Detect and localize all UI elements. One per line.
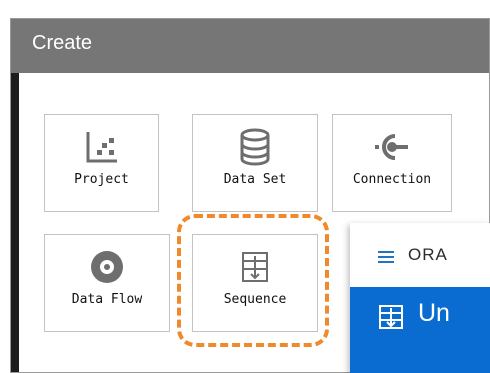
project-scatter-icon [84,127,120,167]
data-flow-icon [89,247,125,287]
tile-label-data-set: Data Set [223,172,287,187]
tile-label-data-flow: Data Flow [71,292,143,307]
left-edge-strip [11,73,19,372]
create-data-flow-tile[interactable]: Data Flow [44,234,170,332]
app-title-panel: Un [350,287,490,373]
app-brand-text: ORA [408,245,448,264]
dialog-titlebar: Create [11,19,489,73]
tile-label-connection: Connection [352,172,432,187]
create-project-tile[interactable]: Project [44,114,159,212]
create-connection-tile[interactable]: Connection [332,114,452,212]
connection-plug-icon [374,127,410,167]
dialog-title: Create [32,32,93,54]
create-data-set-tile[interactable]: Data Set [192,114,318,212]
tile-label-project: Project [74,172,129,187]
sequence-highlight-callout [177,214,329,347]
hamburger-menu-icon[interactable] [378,251,394,263]
background-app-window: ORA Un [350,223,490,373]
sequence-icon [379,305,403,329]
app-title-text: Un [418,299,450,327]
app-header-bar: ORA [350,223,490,287]
database-icon [237,127,273,167]
